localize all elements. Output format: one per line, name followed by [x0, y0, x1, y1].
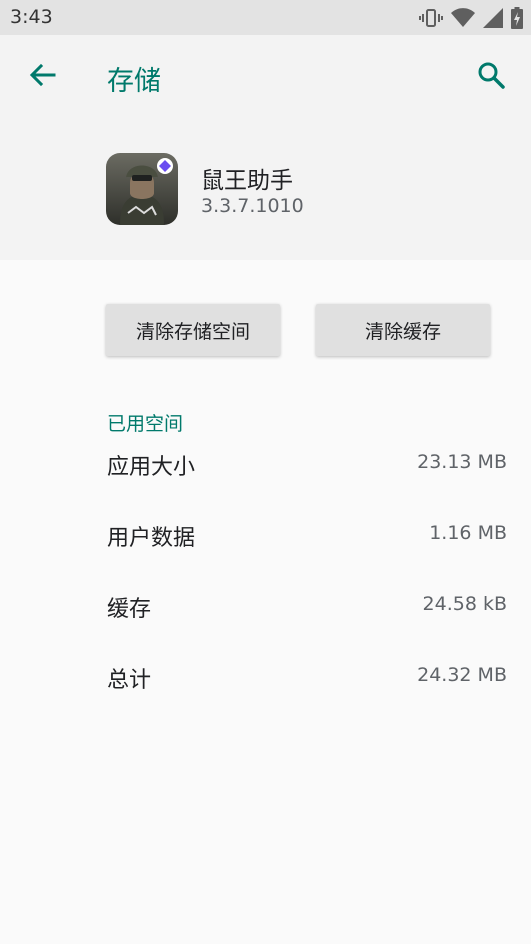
- status-bar: 3:43: [0, 0, 531, 35]
- app-bar: 存储: [0, 35, 531, 120]
- storage-row-total: 总计 24.32 MB: [0, 656, 531, 696]
- app-header: 鼠王助手 3.3.7.1010: [0, 120, 531, 260]
- clear-cache-button[interactable]: 清除缓存: [316, 304, 490, 356]
- row-value: 23.13 MB: [417, 451, 507, 473]
- row-label: 用户数据: [107, 526, 196, 551]
- clear-storage-button[interactable]: 清除存储空间: [106, 304, 280, 356]
- battery-charging-icon: [511, 7, 523, 29]
- storage-row-cache: 缓存 24.58 kB: [0, 585, 531, 625]
- section-header-used-space: 已用空间: [107, 413, 184, 435]
- status-time: 3:43: [10, 6, 53, 28]
- arrow-back-icon: [27, 60, 57, 94]
- wifi-icon: [451, 8, 475, 28]
- row-value: 1.16 MB: [429, 522, 507, 544]
- vibrate-icon: [419, 8, 443, 28]
- row-value: 24.32 MB: [417, 664, 507, 686]
- app-name: 鼠王助手: [201, 168, 293, 194]
- row-label: 总计: [107, 668, 152, 693]
- app-version: 3.3.7.1010: [201, 195, 304, 217]
- signal-icon: [483, 8, 503, 28]
- search-icon: [476, 60, 506, 94]
- storage-row-user-data: 用户数据 1.16 MB: [0, 514, 531, 554]
- page-title: 存储: [107, 66, 161, 97]
- row-value: 24.58 kB: [422, 593, 507, 615]
- app-icon: [106, 153, 178, 225]
- back-button[interactable]: [22, 59, 62, 95]
- row-label: 应用大小: [107, 455, 196, 480]
- storage-row-app-size: 应用大小 23.13 MB: [0, 443, 531, 483]
- search-button[interactable]: [471, 57, 511, 97]
- row-label: 缓存: [107, 597, 152, 622]
- status-icons: [419, 7, 523, 29]
